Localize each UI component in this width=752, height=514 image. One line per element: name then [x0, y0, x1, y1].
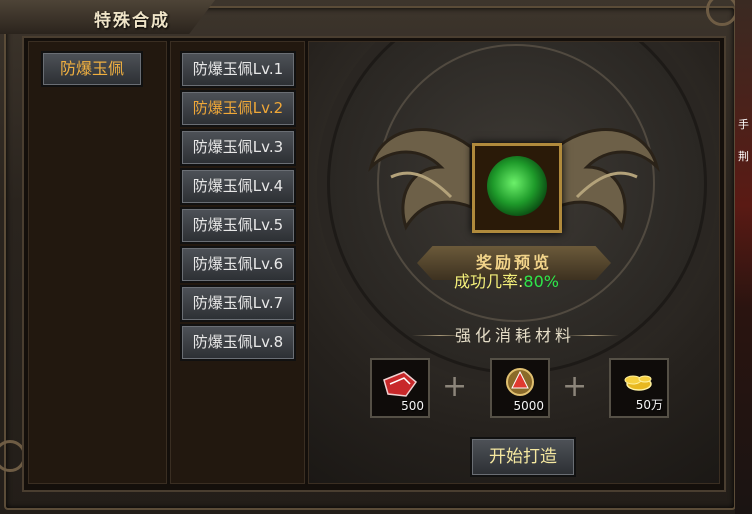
material-slot-1[interactable]: 500	[370, 358, 430, 418]
level-button-2[interactable]: 防爆玉佩Lv.2	[180, 90, 296, 127]
background-scene-strip	[735, 0, 752, 514]
category-button-jade-pendant[interactable]: 防爆玉佩	[41, 51, 143, 87]
level-button-6[interactable]: 防爆玉佩Lv.6	[180, 246, 296, 283]
material-count: 500	[401, 399, 424, 413]
material-slot-3[interactable]: 50万	[609, 358, 669, 418]
side-text: 手	[738, 118, 749, 131]
level-button-8[interactable]: 防爆玉佩Lv.8	[180, 324, 296, 361]
start-crafting-button[interactable]: 开始打造	[470, 437, 576, 477]
success-rate-value: 80%	[523, 272, 559, 291]
success-rate: 成功几率:80%	[454, 268, 559, 292]
plus-icon: +	[442, 369, 468, 404]
material-slot-2[interactable]: 5000	[490, 358, 550, 418]
material-count: 50万	[635, 398, 663, 412]
window-title: 特殊合成	[94, 11, 170, 31]
right-dragon-wing-ornament	[555, 128, 660, 231]
success-rate-label: 成功几率:	[454, 272, 524, 291]
left-dragon-wing-ornament	[368, 128, 473, 231]
jade-pendant-icon	[487, 156, 547, 216]
level-button-3[interactable]: 防爆玉佩Lv.3	[180, 129, 296, 166]
level-button-5[interactable]: 防爆玉佩Lv.5	[180, 207, 296, 244]
category-list	[28, 41, 167, 484]
divider	[564, 335, 619, 336]
level-button-4[interactable]: 防爆玉佩Lv.4	[180, 168, 296, 205]
plus-icon: +	[562, 369, 588, 404]
reward-item-slot[interactable]	[472, 143, 562, 233]
side-text: 荆	[738, 150, 749, 163]
level-button-1[interactable]: 防爆玉佩Lv.1	[180, 51, 296, 88]
material-count: 5000	[513, 399, 544, 413]
level-button-7[interactable]: 防爆玉佩Lv.7	[180, 285, 296, 322]
